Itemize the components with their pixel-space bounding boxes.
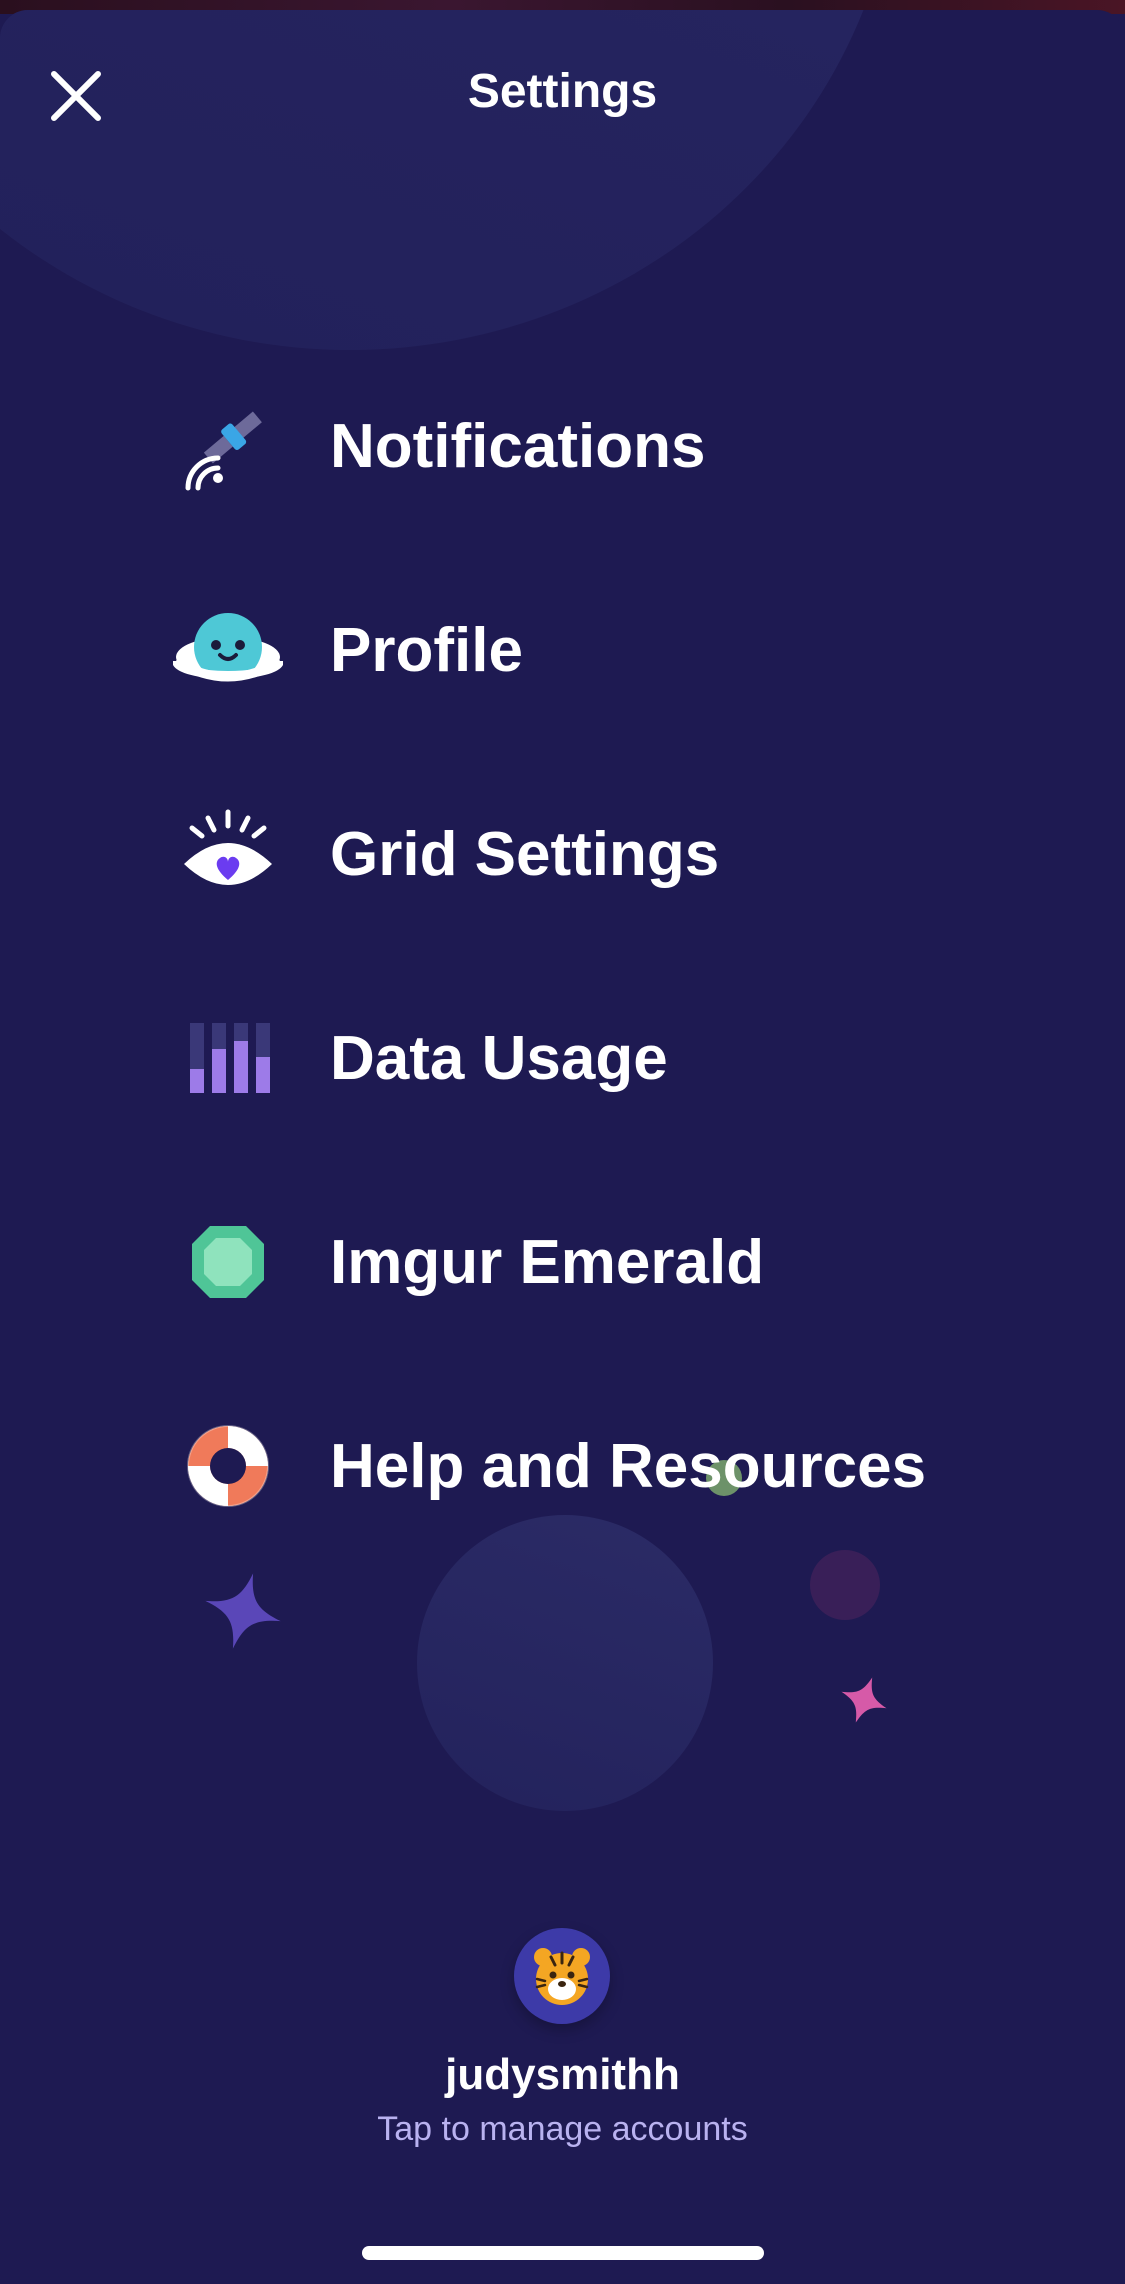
eye-heart-icon bbox=[170, 796, 286, 912]
home-indicator[interactable] bbox=[362, 2246, 764, 2260]
background-planet bbox=[0, 10, 900, 350]
menu-item-data-usage[interactable]: Data Usage bbox=[170, 998, 970, 1118]
tiger-avatar-icon bbox=[534, 1948, 590, 2005]
background-planet-small bbox=[417, 1515, 713, 1811]
menu-label: Imgur Emerald bbox=[330, 1227, 765, 1297]
sparkle-pink-icon bbox=[841, 1677, 887, 1723]
page-title: Settings bbox=[467, 65, 658, 118]
menu-item-imgur-emerald[interactable]: Imgur Emerald bbox=[170, 1202, 970, 1322]
emerald-gem-icon bbox=[170, 1204, 286, 1320]
manage-accounts-link[interactable]: Tap to manage accounts bbox=[0, 2110, 1125, 2149]
username: judysmithh bbox=[445, 2050, 680, 2099]
menu-item-profile[interactable]: Profile bbox=[170, 590, 970, 710]
menu-label: Notifications bbox=[330, 411, 706, 481]
planet-face-icon bbox=[170, 592, 286, 708]
background-pink-planet bbox=[810, 1550, 880, 1620]
avatar[interactable] bbox=[514, 1928, 610, 2024]
bar-chart-icon bbox=[170, 1000, 286, 1116]
menu-item-help-and-resources[interactable]: Help and Resources bbox=[170, 1406, 970, 1526]
menu-item-notifications[interactable]: Notifications bbox=[170, 386, 970, 506]
sparkle-purple-icon bbox=[205, 1573, 281, 1649]
menu-label: Profile bbox=[330, 615, 523, 685]
menu-label: Help and Resources bbox=[330, 1431, 927, 1501]
lifebuoy-icon bbox=[170, 1408, 286, 1524]
menu-item-grid-settings[interactable]: Grid Settings bbox=[170, 794, 970, 914]
menu-label: Data Usage bbox=[330, 1023, 668, 1093]
menu-label: Grid Settings bbox=[330, 819, 720, 889]
satellite-icon bbox=[170, 388, 286, 504]
